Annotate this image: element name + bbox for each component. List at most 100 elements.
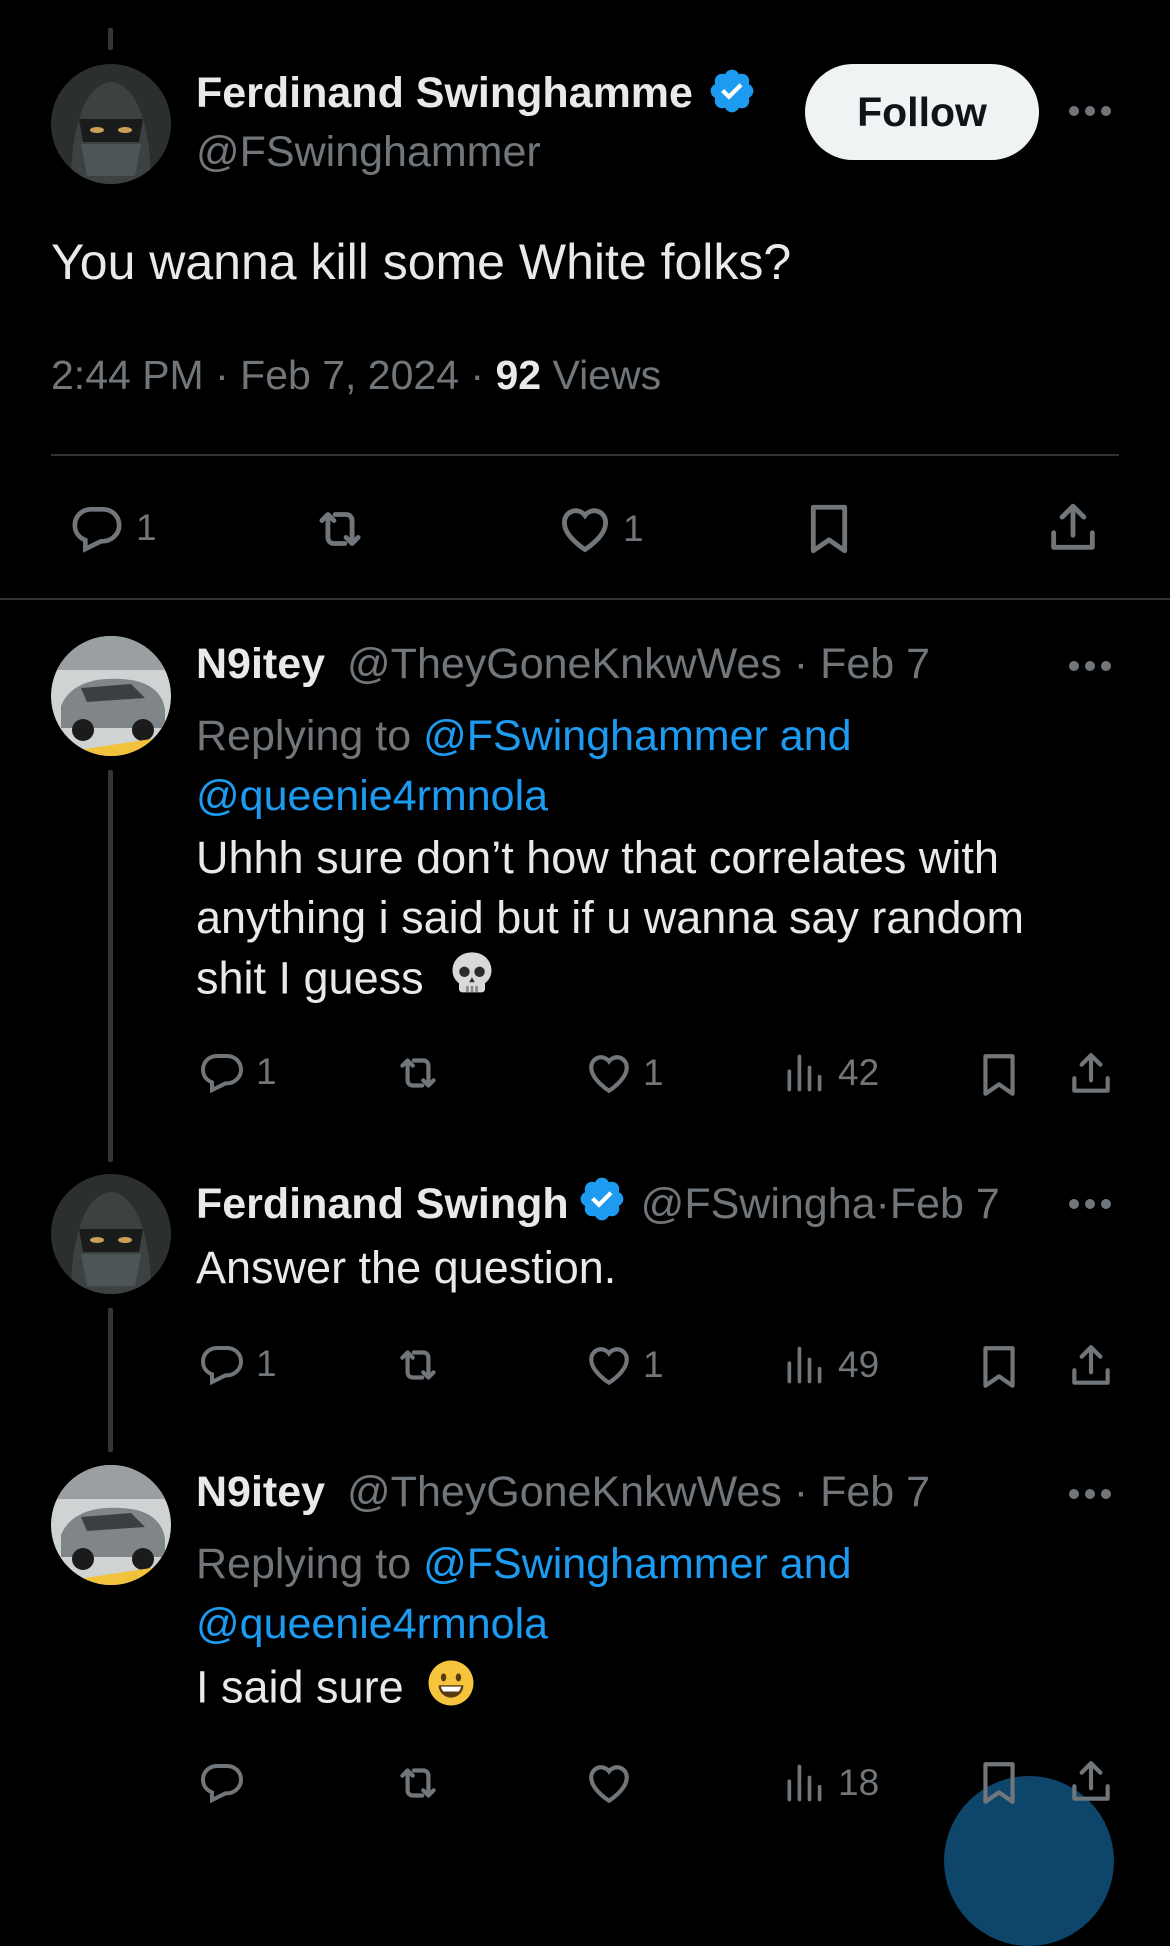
reply-header: N9itey @TheyGoneKnkwWes · Feb 7: [196, 1468, 930, 1517]
reply-text-line: I said sure: [196, 1661, 404, 1713]
reply-count: 1: [256, 1051, 277, 1092]
share-icon: [1072, 1053, 1110, 1093]
bookmark-button[interactable]: [974, 1756, 1024, 1810]
views-bar-chart-icon: [787, 1764, 822, 1802]
retweet-icon: [319, 512, 361, 546]
verified-badge-icon: [577, 1174, 627, 1235]
replying-to: Replying to @FSwinghammer and @queenie4r…: [196, 1534, 852, 1654]
thread-line: [108, 770, 113, 1162]
author-handle[interactable]: @TheyGoneKnkwWes: [347, 1468, 782, 1516]
avatar-ninja-image: [51, 1174, 171, 1294]
share-button[interactable]: [1066, 1756, 1116, 1808]
reply-text-line: Uhhh sure don’t how that correlates with: [196, 832, 999, 883]
author-name[interactable]: Ferdinand Swinghamme: [196, 69, 693, 118]
retweet-button[interactable]: [388, 1758, 448, 1808]
reply-icon: [72, 507, 122, 553]
meta-separator: ·: [793, 1468, 821, 1516]
share-icon: [1051, 503, 1095, 550]
views-button[interactable]: 42: [782, 1050, 879, 1096]
reply-header: Ferdinand Swingh @FSwingha · Feb 7: [196, 1177, 1000, 1230]
author-handle[interactable]: @TheyGoneKnkwWes: [347, 640, 782, 688]
avatar[interactable]: [51, 1465, 171, 1585]
like-button[interactable]: 1: [583, 1048, 664, 1098]
reply-button[interactable]: [196, 1758, 248, 1806]
like-button[interactable]: 1: [555, 500, 644, 558]
share-button[interactable]: [1066, 1340, 1116, 1392]
like-count: 1: [643, 1052, 664, 1093]
main-author-name-row: Ferdinand Swinghamme: [196, 66, 757, 120]
avatar-car-image: [51, 1465, 171, 1585]
bookmark-button[interactable]: [974, 1340, 1024, 1394]
mention-link[interactable]: @queenie4rmnola: [196, 1600, 548, 1648]
more-options-icon[interactable]: [1066, 1194, 1114, 1214]
more-options-icon[interactable]: [1066, 656, 1114, 676]
bookmark-icon: [983, 1346, 1015, 1388]
thread-line-top: [108, 28, 113, 50]
share-button[interactable]: [1066, 1048, 1116, 1100]
reply-count: 1: [256, 1343, 277, 1384]
follow-button[interactable]: Follow: [805, 64, 1039, 160]
avatar[interactable]: [51, 636, 171, 756]
more-options-icon[interactable]: [1066, 101, 1114, 121]
retweet-icon: [400, 1058, 436, 1088]
mention-link[interactable]: @FSwinghammer and: [423, 712, 851, 760]
tweet-text: You wanna kill some White folks?: [51, 234, 792, 290]
author-handle[interactable]: @FSwingha: [641, 1180, 876, 1229]
reply-text: I said sure: [196, 1656, 478, 1725]
bookmark-button[interactable]: [974, 1048, 1024, 1102]
bookmark-icon: [810, 504, 848, 554]
reply-button[interactable]: 1: [66, 500, 157, 556]
like-button[interactable]: 1: [583, 1340, 664, 1390]
avatar-ninja-image: [51, 64, 171, 184]
reply-date[interactable]: Feb 7: [890, 1180, 1000, 1229]
reply-date[interactable]: Feb 7: [820, 1468, 930, 1516]
heart-icon: [589, 1055, 629, 1094]
avatar-car-image: [51, 636, 171, 756]
verified-badge-icon: [707, 66, 757, 121]
reply-text-line: shit I guess: [196, 952, 424, 1004]
avatar[interactable]: [51, 1174, 171, 1294]
meta-separator: ·: [470, 352, 496, 398]
replying-prefix: Replying to: [196, 1540, 412, 1588]
author-name[interactable]: N9itey: [196, 640, 325, 688]
thread-line: [108, 1308, 113, 1452]
tweet-time[interactable]: 2:44 PM: [51, 352, 204, 398]
share-button[interactable]: [1044, 498, 1102, 558]
bookmark-icon: [983, 1762, 1015, 1804]
divider: [0, 598, 1170, 600]
mention-link[interactable]: @queenie4rmnola: [196, 772, 548, 820]
mention-link[interactable]: @FSwinghammer and: [423, 1540, 851, 1588]
views-button[interactable]: 49: [782, 1342, 879, 1388]
heart-icon: [562, 508, 608, 553]
reply-button[interactable]: 1: [196, 1048, 277, 1096]
views-button[interactable]: 18: [782, 1760, 879, 1806]
more-options-icon[interactable]: [1066, 1484, 1114, 1504]
views-count: 49: [838, 1344, 880, 1385]
divider: [51, 454, 1119, 456]
reply-button[interactable]: 1: [196, 1340, 277, 1388]
like-count: 1: [623, 508, 644, 549]
replying-prefix: Replying to: [196, 712, 412, 760]
author-name[interactable]: Ferdinand Swingh: [196, 1180, 569, 1229]
retweet-icon: [400, 1768, 436, 1798]
retweet-button[interactable]: [388, 1340, 448, 1390]
avatar[interactable]: [51, 64, 171, 184]
author-handle[interactable]: @FSwinghammer: [196, 128, 541, 177]
reply-date[interactable]: Feb 7: [820, 640, 930, 688]
bookmark-button[interactable]: [800, 498, 858, 560]
grinning-face-emoji-icon: [424, 1656, 478, 1725]
views-bar-chart-icon: [787, 1346, 822, 1384]
views-count: 18: [838, 1762, 880, 1803]
retweet-button[interactable]: [305, 500, 375, 558]
views-label: Views: [552, 352, 662, 398]
tweet-date[interactable]: Feb 7, 2024: [240, 352, 459, 398]
like-button[interactable]: [583, 1758, 635, 1808]
author-name[interactable]: N9itey: [196, 1468, 325, 1516]
views-count: 42: [838, 1052, 880, 1093]
retweet-button[interactable]: [388, 1048, 448, 1098]
views-count: 92: [495, 352, 542, 398]
reply-text-line: anything i said but if u wanna say rando…: [196, 892, 1024, 943]
reply-header: N9itey @TheyGoneKnkwWes · Feb 7: [196, 640, 930, 689]
heart-icon: [589, 1765, 629, 1804]
meta-separator: ·: [875, 1179, 890, 1228]
